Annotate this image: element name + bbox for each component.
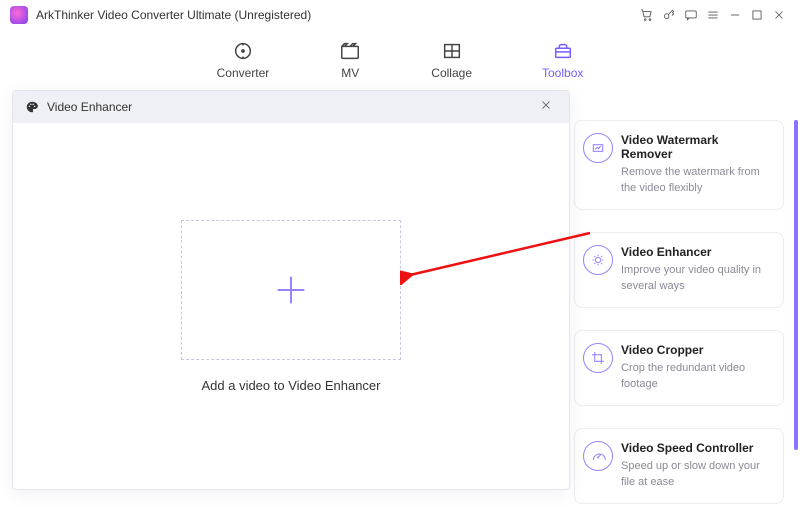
card-title: Video Enhancer (621, 245, 769, 259)
collage-icon (441, 40, 463, 62)
dialog-close-button[interactable] (539, 98, 557, 116)
feedback-icon[interactable] (680, 4, 702, 26)
minimize-button[interactable] (724, 4, 746, 26)
nav-label: MV (341, 66, 359, 80)
cart-icon[interactable] (636, 4, 658, 26)
tool-card-watermark-remover[interactable]: Video Watermark Remover Remove the water… (574, 120, 784, 210)
card-title: Video Speed Controller (621, 441, 769, 455)
palette-icon (25, 100, 39, 114)
dropzone-caption: Add a video to Video Enhancer (201, 378, 380, 393)
key-icon[interactable] (658, 4, 680, 26)
maximize-button[interactable] (746, 4, 768, 26)
converter-icon (232, 40, 254, 62)
card-desc: Improve your video quality in several wa… (621, 263, 769, 295)
nav-collage[interactable]: Collage (431, 40, 472, 80)
nav-label: Collage (431, 66, 472, 80)
nav-label: Converter (217, 66, 270, 80)
video-enhancer-dialog: Video Enhancer Add a video to Video Enha… (12, 90, 570, 490)
video-cropper-icon (583, 343, 613, 373)
mv-icon (339, 40, 361, 62)
card-title: Video Cropper (621, 343, 769, 357)
card-desc: Speed up or slow down your file at ease (621, 459, 769, 491)
nav-converter[interactable]: Converter (217, 40, 270, 80)
scrollbar-vertical[interactable] (794, 120, 798, 450)
plus-icon (271, 270, 311, 310)
close-button[interactable] (768, 4, 790, 26)
tool-card-video-enhancer[interactable]: Video Enhancer Improve your video qualit… (574, 232, 784, 308)
menu-icon[interactable] (702, 4, 724, 26)
tool-card-video-cropper[interactable]: Video Cropper Crop the redundant video f… (574, 330, 784, 406)
card-desc: Crop the redundant video footage (621, 361, 769, 393)
tool-card-video-speed[interactable]: Video Speed Controller Speed up or slow … (574, 428, 784, 504)
dialog-title: Video Enhancer (47, 100, 132, 114)
app-title: ArkThinker Video Converter Ultimate (Unr… (36, 8, 311, 22)
video-enhancer-icon (583, 245, 613, 275)
nav-label: Toolbox (542, 66, 583, 80)
video-speed-icon (583, 441, 613, 471)
add-video-dropzone[interactable] (181, 220, 401, 360)
watermark-remover-icon (583, 133, 613, 163)
toolbox-icon (552, 40, 574, 62)
card-title: Video Watermark Remover (621, 133, 769, 161)
nav-toolbox[interactable]: Toolbox (542, 40, 583, 80)
app-logo (10, 6, 28, 24)
nav-mv[interactable]: MV (339, 40, 361, 80)
card-desc: Remove the watermark from the video flex… (621, 165, 769, 197)
